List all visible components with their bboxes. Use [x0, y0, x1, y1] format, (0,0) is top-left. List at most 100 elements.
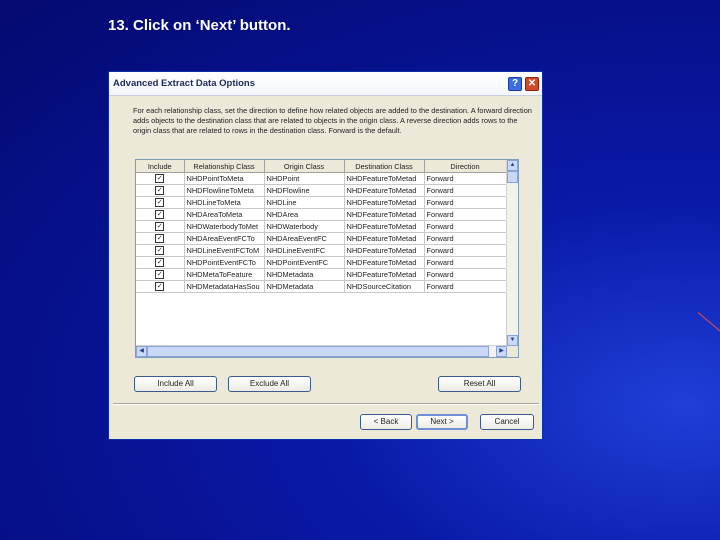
origin-class-cell: NHDPointEventFC	[264, 256, 345, 269]
direction-cell[interactable]: Forward	[424, 172, 507, 185]
direction-cell[interactable]: Forward	[424, 244, 507, 257]
include-checkbox[interactable]: ✓	[155, 210, 165, 220]
include-checkbox-cell[interactable]: ✓	[136, 268, 185, 281]
origin-class-cell: NHDMetadata	[264, 268, 345, 281]
relationship-class-cell: NHDMetaToFeature	[184, 268, 265, 281]
relationship-class-cell: NHDPointEventFCTo	[184, 256, 265, 269]
include-checkbox-cell[interactable]: ✓	[136, 256, 185, 269]
table-row[interactable]: ✓ NHDPointToMeta NHDPoint NHDFeatureToMetad…	[136, 172, 507, 185]
relationship-class-cell: NHDLineEventFCToM	[184, 244, 265, 257]
dialog-title: Advanced Extract Data Options	[113, 78, 256, 89]
direction-cell[interactable]: Forward	[424, 220, 507, 233]
include-checkbox[interactable]: ✓	[155, 258, 165, 268]
origin-class-cell: NHDPoint	[264, 172, 345, 185]
origin-class-cell: NHDAreaEventFC	[264, 232, 345, 245]
table-row[interactable]: ✓ NHDWaterbodyToMet NHDWaterbody NHDFeature…	[136, 220, 507, 233]
include-all-button[interactable]: Include All	[134, 376, 217, 392]
close-icon[interactable]: ✕	[525, 76, 539, 91]
scrollbar-corner	[507, 346, 518, 357]
table-row[interactable]: ✓ NHDPointEventFCTo NHDPointEventFC NHDFeat…	[136, 256, 507, 269]
relationship-rows: ✓ NHDPointToMeta NHDPoint NHDFeatureToMetad…	[136, 172, 507, 293]
include-checkbox-cell[interactable]: ✓	[136, 196, 185, 209]
vertical-scrollbar[interactable]: ▲ ▼	[506, 160, 518, 346]
scroll-down-icon[interactable]: ▼	[507, 335, 518, 346]
destination-class-cell: NHDFeatureToMetad	[344, 172, 425, 185]
include-checkbox-cell[interactable]: ✓	[136, 208, 185, 221]
vertical-scroll-thumb[interactable]	[507, 171, 518, 183]
horizontal-scroll-thumb[interactable]	[147, 346, 489, 357]
relationship-class-cell: NHDFlowlineToMeta	[184, 184, 265, 197]
reset-all-button[interactable]: Reset All	[438, 376, 521, 392]
table-row[interactable]: ✓ NHDMetaToFeature NHDMetadata NHDFeatureTo…	[136, 268, 507, 281]
origin-class-cell: NHDMetadata	[264, 280, 345, 293]
direction-cell[interactable]: Forward	[424, 232, 507, 245]
column-header-relationship[interactable]: Relationship Class	[184, 160, 265, 173]
direction-cell[interactable]: Forward	[424, 280, 507, 293]
include-checkbox[interactable]: ✓	[155, 270, 165, 280]
direction-cell[interactable]: Forward	[424, 256, 507, 269]
include-checkbox[interactable]: ✓	[155, 174, 165, 184]
include-checkbox-cell[interactable]: ✓	[136, 232, 185, 245]
relationship-class-cell: NHDAreaEventFCTo	[184, 232, 265, 245]
horizontal-scrollbar[interactable]: ◀ ▶	[136, 345, 507, 357]
include-checkbox[interactable]: ✓	[155, 198, 165, 208]
table-row[interactable]: ✓ NHDMetadataHasSou NHDMetadata NHDSourceCi…	[136, 280, 507, 293]
include-checkbox[interactable]: ✓	[155, 246, 165, 256]
next-button[interactable]: Next >	[416, 414, 468, 430]
destination-class-cell: NHDFeatureToMetad	[344, 220, 425, 233]
destination-class-cell: NHDFeatureToMetad	[344, 268, 425, 281]
column-header-origin[interactable]: Origin Class	[264, 160, 345, 173]
include-checkbox[interactable]: ✓	[155, 282, 165, 292]
column-header-direction[interactable]: Direction	[424, 160, 507, 173]
column-header-include[interactable]: Include	[136, 160, 185, 173]
dialog-titlebar[interactable]: Advanced Extract Data Options ? ✕	[109, 72, 542, 96]
destination-class-cell: NHDFeatureToMetad	[344, 208, 425, 221]
direction-cell[interactable]: Forward	[424, 268, 507, 281]
include-checkbox-cell[interactable]: ✓	[136, 280, 185, 293]
destination-class-cell: NHDFeatureToMetad	[344, 244, 425, 257]
scroll-right-icon[interactable]: ▶	[496, 346, 507, 357]
table-row[interactable]: ✓ NHDAreaEventFCTo NHDAreaEventFC NHDFeatur…	[136, 232, 507, 245]
origin-class-cell: NHDLine	[264, 196, 345, 209]
include-checkbox-cell[interactable]: ✓	[136, 244, 185, 257]
relationship-class-cell: NHDPointToMeta	[184, 172, 265, 185]
cancel-button[interactable]: Cancel	[480, 414, 534, 430]
include-checkbox[interactable]: ✓	[155, 186, 165, 196]
table-header-row: Include Relationship Class Origin Class …	[136, 160, 507, 173]
destination-class-cell: NHDFeatureToMetad	[344, 196, 425, 209]
destination-class-cell: NHDFeatureToMetad	[344, 184, 425, 197]
button-separator	[113, 403, 539, 405]
relationship-class-cell: NHDLineToMeta	[184, 196, 265, 209]
advanced-extract-dialog: Advanced Extract Data Options ? ✕ For ea…	[108, 71, 543, 440]
include-checkbox-cell[interactable]: ✓	[136, 220, 185, 233]
include-checkbox-cell[interactable]: ✓	[136, 184, 185, 197]
destination-class-cell: NHDFeatureToMetad	[344, 232, 425, 245]
help-icon[interactable]: ?	[508, 76, 522, 91]
table-row[interactable]: ✓ NHDLineToMeta NHDLine NHDFeatureToMetad Fo…	[136, 196, 507, 209]
origin-class-cell: NHDArea	[264, 208, 345, 221]
table-row[interactable]: ✓ NHDLineEventFCToM NHDLineEventFC NHDFeatu…	[136, 244, 507, 257]
slide-title: 13. Click on ‘Next’ button.	[108, 17, 291, 34]
include-checkbox[interactable]: ✓	[155, 222, 165, 232]
include-checkbox[interactable]: ✓	[155, 234, 165, 244]
scroll-left-icon[interactable]: ◀	[136, 346, 147, 357]
decorative-line	[697, 312, 720, 335]
direction-cell[interactable]: Forward	[424, 184, 507, 197]
table-row[interactable]: ✓ NHDFlowlineToMeta NHDFlowline NHDFeatureT…	[136, 184, 507, 197]
relationship-class-cell: NHDAreaToMeta	[184, 208, 265, 221]
direction-cell[interactable]: Forward	[424, 196, 507, 209]
exclude-all-button[interactable]: Exclude All	[228, 376, 311, 392]
destination-class-cell: NHDSourceCitation	[344, 280, 425, 293]
direction-cell[interactable]: Forward	[424, 208, 507, 221]
back-button[interactable]: < Back	[360, 414, 412, 430]
scroll-up-icon[interactable]: ▲	[507, 160, 518, 171]
relationship-class-cell: NHDWaterbodyToMet	[184, 220, 265, 233]
relationship-grid[interactable]: Include Relationship Class Origin Class …	[135, 159, 519, 358]
include-checkbox-cell[interactable]: ✓	[136, 172, 185, 185]
dialog-description: For each relationship class, set the dir…	[133, 106, 532, 135]
column-header-destination[interactable]: Destination Class	[344, 160, 425, 173]
origin-class-cell: NHDWaterbody	[264, 220, 345, 233]
origin-class-cell: NHDLineEventFC	[264, 244, 345, 257]
table-row[interactable]: ✓ NHDAreaToMeta NHDArea NHDFeatureToMetad Fo…	[136, 208, 507, 221]
origin-class-cell: NHDFlowline	[264, 184, 345, 197]
